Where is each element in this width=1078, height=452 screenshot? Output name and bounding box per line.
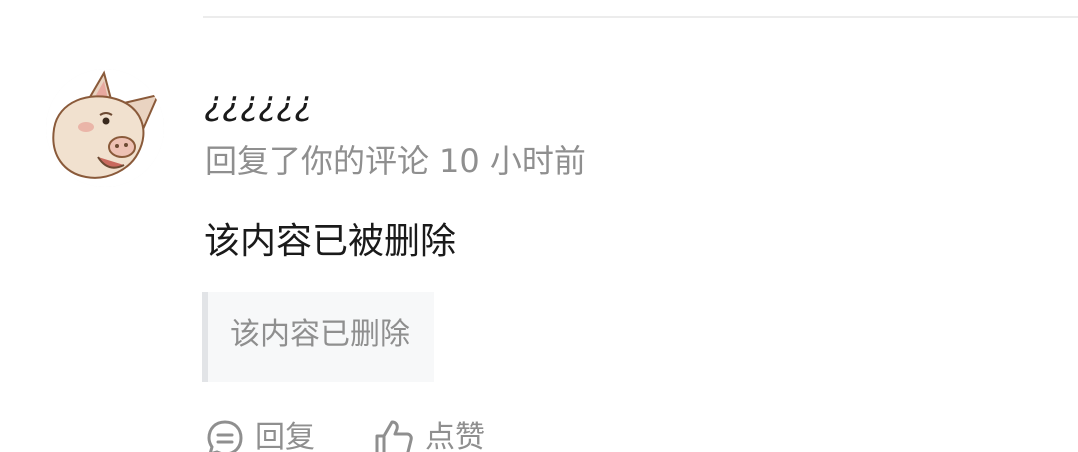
avatar[interactable] [46, 69, 164, 187]
notification-item: ¿¿¿¿¿¿ 回复了你的评论 10 小时前 该内容已被删除 该内容已删除 回复 点… [0, 0, 1078, 452]
quoted-comment[interactable]: 该内容已删除 [202, 292, 434, 382]
comment-bubble-icon [207, 420, 243, 452]
divider [203, 16, 1078, 18]
like-label: 点赞 [425, 420, 485, 452]
comment-meta: 回复了你的评论 10 小时前 [205, 141, 596, 181]
comment-body: 该内容已被删除 [204, 221, 457, 262]
action-text: 回复了你的评论 [205, 142, 430, 180]
thumbs-up-icon [375, 420, 413, 452]
action-bar: 回复 点赞 [205, 418, 485, 452]
quoted-text: 该内容已删除 [230, 317, 410, 352]
reply-button[interactable]: 回复 [205, 418, 315, 452]
pig-avatar-icon [46, 69, 164, 187]
timestamp: 10 小时前 [439, 142, 586, 180]
reply-label: 回复 [255, 420, 315, 452]
username[interactable]: ¿¿¿¿¿¿ [204, 84, 312, 124]
like-button[interactable]: 点赞 [373, 418, 485, 452]
